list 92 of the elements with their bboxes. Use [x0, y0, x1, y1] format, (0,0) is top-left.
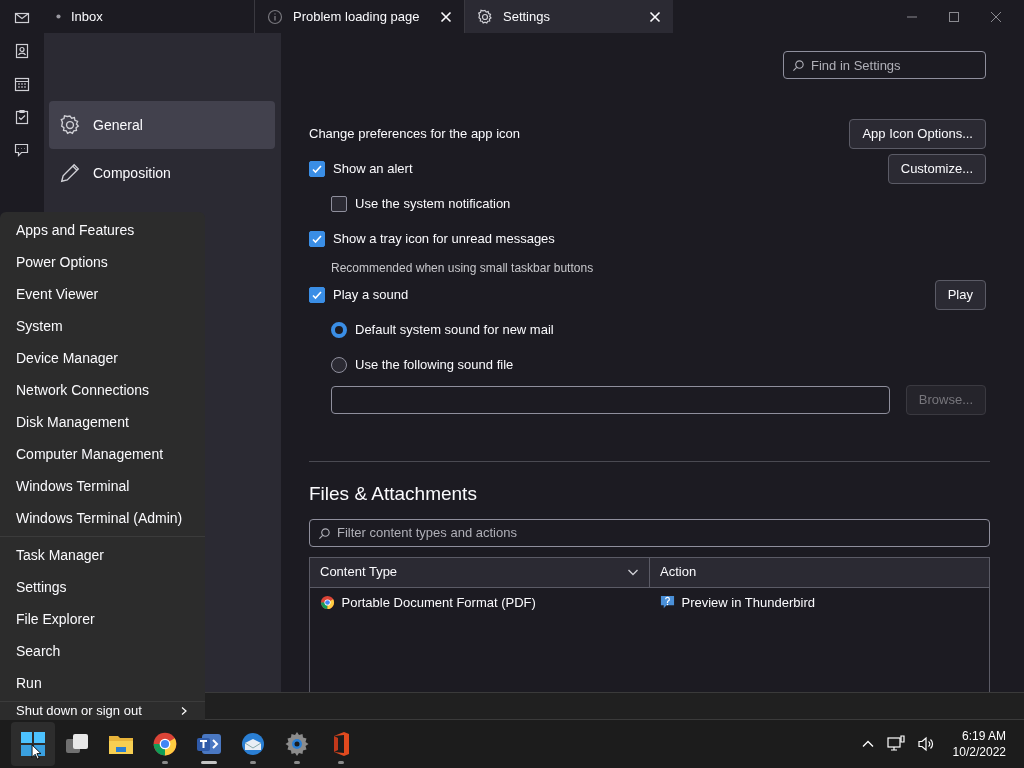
gear-icon — [284, 731, 310, 757]
menu-item-label: Windows Terminal — [16, 476, 130, 496]
menu-item[interactable]: Computer Management — [0, 438, 205, 470]
help-bubble-icon — [660, 595, 675, 610]
checkbox-label: Show an alert — [333, 160, 413, 179]
chrome-icon — [320, 595, 335, 610]
clock-date[interactable]: 10/2/2022 — [952, 744, 1006, 761]
menu-item-label: Task Manager — [16, 545, 104, 565]
cursor-icon — [31, 744, 42, 760]
menu-item-label: Power Options — [16, 252, 108, 272]
maximize-icon[interactable] — [948, 10, 960, 23]
checkbox-label: Show a tray icon for unread messages — [333, 230, 555, 249]
radio-label: Use the following sound file — [355, 356, 514, 375]
menu-item[interactable]: Disk Management — [0, 406, 205, 438]
tab[interactable]: Settings — [465, 0, 673, 33]
tab-label: Settings — [503, 7, 551, 26]
menu-item[interactable]: Windows Terminal (Admin) — [0, 502, 205, 534]
menu-item[interactable]: Settings — [0, 571, 205, 603]
menu-item-label: Search — [16, 641, 61, 661]
chat-icon[interactable] — [14, 142, 30, 158]
taskbar-button[interactable] — [11, 722, 55, 766]
sidebar-label: General — [93, 115, 143, 135]
menu-item[interactable]: Search — [0, 635, 205, 667]
menu-item[interactable]: Power Options — [0, 246, 205, 278]
menu-item-label: Device Manager — [16, 348, 118, 368]
gear-icon — [59, 114, 81, 136]
table-cell-text: Portable Document Format (PDF) — [341, 593, 536, 612]
menu-item[interactable]: Event Viewer — [0, 278, 205, 310]
checkbox[interactable] — [309, 231, 325, 247]
volume-icon[interactable] — [916, 735, 935, 753]
tab-label: Inbox — [71, 7, 104, 26]
chrome-icon — [152, 731, 178, 757]
column-header[interactable]: Content Type — [310, 557, 650, 587]
search-icon — [318, 526, 331, 540]
checkbox[interactable] — [309, 287, 325, 303]
column-header[interactable]: Action — [650, 557, 989, 587]
table-cell-text: Preview in Thunderbird — [681, 593, 815, 612]
network-icon[interactable] — [886, 735, 905, 753]
menu-item[interactable]: Apps and Features — [0, 214, 205, 246]
option-button[interactable]: Play — [934, 280, 986, 310]
search-field[interactable]: Find in Settings — [783, 51, 986, 79]
sidebar-item[interactable]: General — [49, 101, 275, 149]
menu-item-label: Shut down or sign out — [16, 702, 142, 720]
menu-item[interactable]: File Explorer — [0, 603, 205, 635]
menu-item[interactable]: Task Manager — [0, 539, 205, 571]
menu-item[interactable]: Network Connections — [0, 374, 205, 406]
checkbox[interactable] — [309, 161, 325, 177]
menu-item-label: File Explorer — [16, 609, 95, 629]
gear-icon — [477, 8, 493, 25]
hint-text: Recommended when using small taskbar buttons — [330, 260, 595, 275]
menu-item-label: Run — [16, 673, 42, 693]
menu-item-label: Windows Terminal (Admin) — [16, 508, 183, 528]
checkbox[interactable] — [331, 196, 347, 212]
teams-icon — [196, 731, 222, 757]
menu-item-label: Disk Management — [16, 412, 129, 432]
column-label: Content Type — [320, 563, 398, 582]
checkbox-label: Use the system notification — [355, 195, 511, 214]
pencil-icon — [59, 162, 81, 184]
menu-item-label: Apps and Features — [16, 220, 135, 240]
clock-time[interactable]: 6:19 AM — [961, 727, 1006, 744]
sidebar-label: Composition — [93, 163, 171, 183]
filter-field[interactable]: Filter content types and actions — [309, 518, 990, 547]
sidebar-item[interactable]: Composition — [49, 149, 275, 197]
search-icon — [792, 59, 805, 72]
radio-label: Default system sound for new mail — [355, 321, 554, 340]
menu-item-label: Network Connections — [16, 380, 150, 400]
menu-item-label: Settings — [16, 577, 67, 597]
mail-icon[interactable] — [14, 10, 30, 26]
menu-item-label: Event Viewer — [16, 284, 99, 304]
section-heading: Files & Attachments — [309, 482, 478, 506]
section-text: Change preferences for the app icon — [309, 125, 521, 144]
file-path-field[interactable] — [331, 386, 890, 414]
menu-item[interactable]: System — [0, 310, 205, 342]
checkbox-label: Play a sound — [333, 286, 409, 305]
mail-bird-icon — [240, 731, 266, 757]
menu-item[interactable]: Device Manager — [0, 342, 205, 374]
menu-item-label: Computer Management — [16, 444, 164, 464]
option-button[interactable]: Customize... — [887, 154, 986, 184]
calendar-icon[interactable] — [14, 76, 30, 92]
menu-item[interactable]: Run — [0, 667, 205, 699]
radio-button[interactable] — [331, 357, 347, 373]
info-icon — [267, 8, 283, 25]
menu-item[interactable]: Shut down or sign out — [0, 702, 205, 720]
tasks-icon[interactable] — [14, 109, 30, 125]
app-icon-options-button[interactable]: App Icon Options... — [849, 119, 986, 149]
radio-button[interactable] — [331, 322, 347, 338]
tab-label: Problem loading page — [293, 7, 421, 26]
column-label: Action — [660, 563, 697, 582]
menu-item-label: System — [16, 316, 63, 336]
menu-item[interactable]: Windows Terminal — [0, 470, 205, 502]
address-book-icon[interactable] — [14, 43, 30, 59]
dot-icon — [56, 14, 61, 19]
